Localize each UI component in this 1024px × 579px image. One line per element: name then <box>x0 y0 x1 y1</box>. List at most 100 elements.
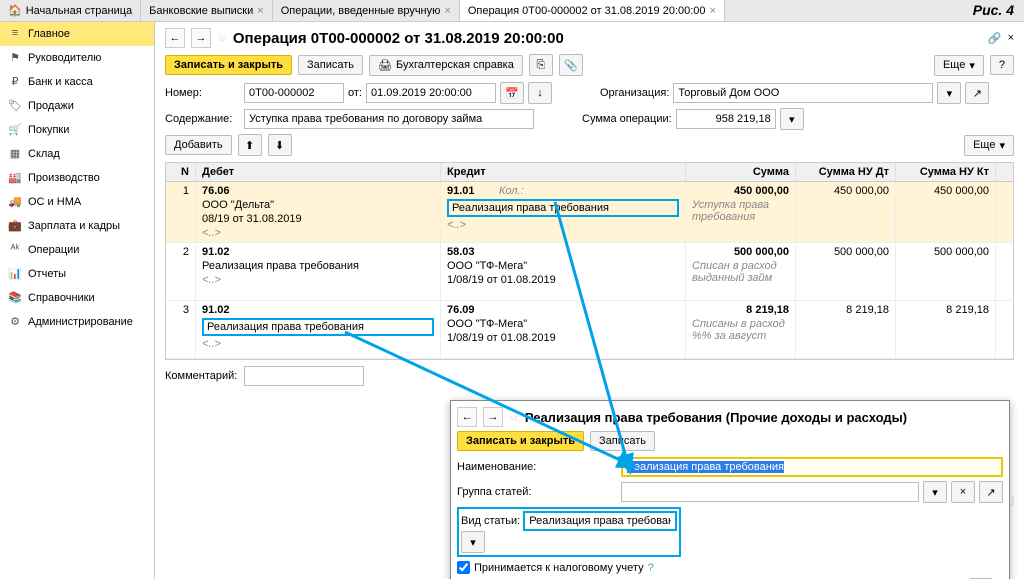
cart-icon: 🛒 <box>8 123 22 137</box>
help-button[interactable]: ? <box>990 55 1014 75</box>
ops-icon: ᴬᵏ <box>8 243 22 257</box>
buh-button[interactable]: 🖨Бухгалтерская справка <box>369 55 523 76</box>
sidebar-item-sales[interactable]: 🏷Продажи <box>0 94 154 118</box>
tab-manual-ops[interactable]: Операции, введенные вручную× <box>273 0 460 21</box>
content-input[interactable] <box>244 109 534 129</box>
sidebar-item-main[interactable]: ≡Главное <box>0 22 154 46</box>
reg-button[interactable]: ⎘ <box>529 54 553 76</box>
help-icon[interactable]: ? <box>648 562 654 574</box>
save-close-button[interactable]: Записать и закрыть <box>165 55 292 75</box>
sidebar-item-assets[interactable]: 🚚ОС и НМА <box>0 190 154 214</box>
table-row[interactable]: 1 76.06 ООО "Дельта" 08/19 от 31.08.2019… <box>166 182 1013 243</box>
truck-icon: 🚚 <box>8 195 22 209</box>
popup-tax-checkbox[interactable] <box>457 561 470 574</box>
more-button[interactable]: Еще ▾ <box>934 55 984 76</box>
org-input[interactable] <box>673 83 933 103</box>
sidebar-item-reports[interactable]: 📊Отчеты <box>0 262 154 286</box>
open-icon[interactable]: ↗ <box>965 82 989 104</box>
sidebar-item-manager[interactable]: ⚑Руководителю <box>0 46 154 70</box>
down-button[interactable]: ⬇ <box>268 134 292 156</box>
tab-bar: 🏠Начальная страница Банковские выписки× … <box>0 0 1024 22</box>
tab-home[interactable]: 🏠Начальная страница <box>0 0 141 21</box>
sum-label: Сумма операции: <box>582 113 672 125</box>
up-button[interactable]: ⬆ <box>238 134 262 156</box>
tab-bank[interactable]: Банковские выписки× <box>141 0 273 21</box>
attach-icon[interactable]: 🔗 <box>988 32 1002 45</box>
star-icon[interactable]: ☆ <box>509 411 519 424</box>
entries-table: N Дебет Кредит Сумма Сумма НУ Дт Сумма Н… <box>165 162 1014 360</box>
sidebar-item-salary[interactable]: 💼Зарплата и кадры <box>0 214 154 238</box>
wallet-icon: 💼 <box>8 219 22 233</box>
highlighted-credit-1: Реализация права требования <box>447 199 679 217</box>
close-icon[interactable]: × <box>710 5 716 17</box>
fill-icon[interactable]: ↓ <box>528 82 552 104</box>
popup-title: Реализация права требования (Прочие дохо… <box>525 410 907 425</box>
col-nudt[interactable]: Сумма НУ Дт <box>796 163 896 181</box>
clear-icon[interactable]: × <box>951 481 975 503</box>
comment-input[interactable] <box>244 366 364 386</box>
open-icon[interactable]: ↗ <box>979 481 1003 503</box>
popup-name-label: Наименование: <box>457 461 617 473</box>
col-nukt[interactable]: Сумма НУ Кт <box>896 163 996 181</box>
sidebar-item-refs[interactable]: 📚Справочники <box>0 286 154 310</box>
col-credit[interactable]: Кредит <box>441 163 686 181</box>
nav-fwd[interactable]: → <box>191 28 211 48</box>
sidebar-item-operations[interactable]: ᴬᵏОперации <box>0 238 154 262</box>
sidebar-item-admin[interactable]: ⚙Администрирование <box>0 310 154 334</box>
col-debit[interactable]: Дебет <box>196 163 441 181</box>
dropdown-icon[interactable]: ▾ <box>937 82 961 104</box>
popup-nav-fwd[interactable]: → <box>483 407 503 427</box>
menu-icon: ≡ <box>8 27 22 41</box>
close-icon[interactable]: × <box>1008 32 1014 44</box>
date-input[interactable] <box>366 83 496 103</box>
popup-nav-back[interactable]: ← <box>457 407 477 427</box>
star-icon[interactable]: ☆ <box>217 32 227 45</box>
popup-group-label: Группа статей: <box>457 486 617 498</box>
highlighted-debit-3: Реализация права требования <box>202 318 434 336</box>
sidebar-item-purchases[interactable]: 🛒Покупки <box>0 118 154 142</box>
popup-group-input[interactable] <box>621 482 919 502</box>
more-button-2[interactable]: Еще ▾ <box>964 135 1014 156</box>
chart-icon: 📊 <box>8 267 22 281</box>
popup-save[interactable]: Записать <box>590 431 655 451</box>
save-button[interactable]: Записать <box>298 55 363 75</box>
close-icon[interactable]: × <box>444 5 450 17</box>
book-icon: 📚 <box>8 291 22 305</box>
popup-kind-input[interactable] <box>523 511 677 531</box>
sidebar-item-warehouse[interactable]: ▦Склад <box>0 142 154 166</box>
number-label: Номер: <box>165 87 240 99</box>
print-icon: 🖨 <box>378 59 392 72</box>
content-area: ← → ☆ Операция 0Т00-000002 от 31.08.2019… <box>155 22 1024 579</box>
gear-icon: ⚙ <box>8 315 22 329</box>
table-row[interactable]: 3 91.02 Реализация права требования <..>… <box>166 301 1013 359</box>
sidebar-item-bank[interactable]: ₽Банк и касса <box>0 70 154 94</box>
popup-kind-label: Вид статьи: <box>461 515 520 527</box>
boxes-icon: ▦ <box>8 147 22 161</box>
nav-back[interactable]: ← <box>165 28 185 48</box>
calendar-icon[interactable]: 📅 <box>500 82 524 104</box>
sum-input[interactable] <box>676 109 776 129</box>
col-sum[interactable]: Сумма <box>686 163 796 181</box>
content-label: Содержание: <box>165 113 240 125</box>
sidebar-item-production[interactable]: 🏭Производство <box>0 166 154 190</box>
tag-icon: 🏷 <box>8 99 22 113</box>
number-input[interactable] <box>244 83 344 103</box>
factory-icon: 🏭 <box>8 171 22 185</box>
popup-name-input[interactable]: Реализация права требования <box>621 457 1003 477</box>
comment-label: Комментарий: <box>165 370 240 382</box>
col-n[interactable]: N <box>166 163 196 181</box>
dropdown-icon[interactable]: ▾ <box>461 531 485 553</box>
tab-operation[interactable]: Операция 0Т00-000002 от 31.08.2019 20:00… <box>460 0 725 21</box>
calc-icon[interactable]: ▾ <box>780 108 804 130</box>
sidebar: ≡Главное ⚑Руководителю ₽Банк и касса 🏷Пр… <box>0 22 155 579</box>
dropdown-icon[interactable]: ▾ <box>923 481 947 503</box>
home-icon: 🏠 <box>8 4 22 17</box>
close-icon[interactable]: × <box>257 5 263 17</box>
table-row[interactable]: 2 91.02 Реализация права требования <..>… <box>166 243 1013 301</box>
popup-save-close[interactable]: Записать и закрыть <box>457 431 584 451</box>
page-title: Операция 0Т00-000002 от 31.08.2019 20:00… <box>233 30 564 47</box>
org-label: Организация: <box>600 87 669 99</box>
popup-window: ← → ☆ Реализация права требования (Прочи… <box>450 400 1010 579</box>
add-button[interactable]: Добавить <box>165 135 232 155</box>
clip-button[interactable]: 📎 <box>559 54 583 76</box>
